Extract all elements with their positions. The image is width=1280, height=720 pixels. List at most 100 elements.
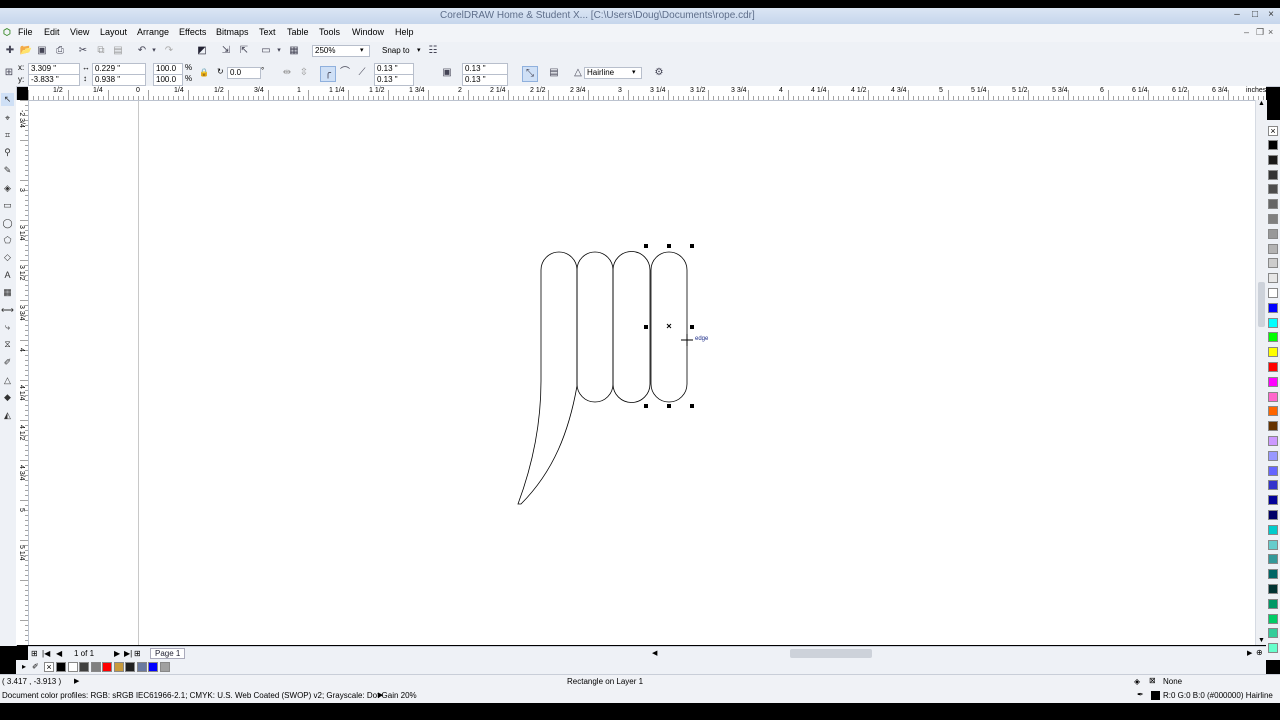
color-swatch[interactable] (1268, 288, 1278, 298)
options-icon[interactable]: ☷ (426, 44, 440, 58)
first-page-icon[interactable]: |◀ (42, 649, 50, 658)
color-swatch[interactable] (1268, 436, 1278, 446)
outline-dropdown-icon[interactable]: ▾ (632, 68, 636, 76)
color-swatch[interactable] (1268, 362, 1278, 372)
copy-icon[interactable]: ⧉ (94, 44, 108, 58)
scalloped-corner-icon[interactable]: ⌒ (338, 66, 352, 80)
color-swatch[interactable] (1268, 569, 1278, 580)
document-color-swatch[interactable] (56, 662, 66, 672)
document-color-swatch[interactable] (148, 662, 158, 672)
page-tab[interactable]: Page 1 (150, 648, 186, 659)
color-swatch[interactable] (1268, 450, 1278, 461)
menu-text[interactable]: Text (259, 27, 276, 37)
scroll-left-icon[interactable]: ◀ (652, 649, 657, 657)
color-swatch[interactable] (1268, 347, 1278, 358)
add-page-after-icon[interactable]: ⊞ (134, 649, 141, 658)
corner-radius-bottom-right-field[interactable]: 0.13 " (462, 74, 508, 86)
redo-icon[interactable]: ↷ (162, 44, 176, 58)
pick-tool-icon[interactable]: ↖ (1, 93, 14, 106)
menu-view[interactable]: View (70, 27, 89, 37)
launcher-dropdown-icon[interactable]: ▾ (272, 44, 286, 58)
color-swatch[interactable] (1268, 628, 1278, 639)
polygon-tool-icon[interactable]: ⬠ (1, 234, 14, 247)
smart-fill-tool-icon[interactable]: ◈ (1, 182, 14, 195)
color-profiles[interactable]: Document color profiles: RGB: sRGB IEC61… (2, 691, 417, 700)
menu-window[interactable]: Window (352, 27, 384, 37)
menu-arrange[interactable]: Arrange (137, 27, 169, 37)
color-swatch[interactable] (1268, 421, 1278, 432)
scroll-up-icon[interactable]: ▲ (1258, 100, 1265, 107)
color-swatch[interactable] (1268, 228, 1278, 239)
shape-tool-icon[interactable]: ⌖ (1, 112, 14, 125)
crop-tool-icon[interactable]: ⌗ (1, 129, 14, 142)
rotation-field[interactable]: 0.0 (227, 67, 261, 79)
menu-layout[interactable]: Layout (100, 27, 127, 37)
scroll-down-icon[interactable]: ▼ (1258, 637, 1265, 644)
cursor-options-icon[interactable]: ▶ (74, 677, 79, 685)
color-swatch[interactable] (1268, 258, 1278, 269)
color-swatch[interactable] (1268, 391, 1278, 402)
menu-tools[interactable]: Tools (319, 27, 340, 37)
color-swatch[interactable] (1268, 376, 1278, 387)
color-swatch[interactable] (1268, 140, 1278, 150)
blend-tool-icon[interactable]: ⧖ (1, 338, 14, 351)
document-color-swatch[interactable] (125, 662, 135, 672)
rectangle-tool-icon[interactable]: ▭ (1, 199, 14, 212)
color-swatch[interactable] (1268, 584, 1278, 594)
app-icon[interactable]: ⬡ (3, 27, 11, 38)
next-page-icon[interactable]: ▶ (114, 649, 120, 658)
add-page-icon[interactable]: ⊞ (31, 649, 38, 658)
document-color-swatch[interactable] (102, 662, 112, 672)
color-swatch[interactable] (1268, 480, 1278, 491)
color-swatch[interactable] (1268, 613, 1278, 624)
drawing-canvas[interactable]: edge (29, 101, 1255, 645)
doc-close-icon[interactable]: × (1268, 27, 1273, 37)
color-swatch[interactable] (1268, 539, 1278, 550)
color-swatch[interactable] (1268, 510, 1278, 520)
lock-ratio-icon[interactable]: 🔒 (197, 66, 211, 80)
menu-help[interactable]: Help (395, 27, 414, 37)
menu-effects[interactable]: Effects (179, 27, 206, 37)
round-corner-icon[interactable]: ╭ (320, 66, 336, 82)
navigator-icon[interactable]: ⊕ (1256, 648, 1263, 657)
corner-radius-bottom-left-field[interactable]: 0.13 " (374, 74, 414, 86)
search-content-icon[interactable]: ◩ (195, 44, 209, 58)
color-profiles-arrow-icon[interactable]: ▶ (378, 691, 383, 699)
color-swatch[interactable] (1268, 214, 1278, 224)
color-swatch[interactable] (1268, 598, 1278, 609)
save-icon[interactable]: ▣ (35, 44, 49, 58)
color-swatch[interactable] (1268, 184, 1278, 195)
text-tool-icon[interactable]: A (1, 269, 14, 282)
document-palette-menu-icon[interactable]: ▸ (22, 662, 26, 671)
snap-to-button[interactable]: Snap to (382, 46, 410, 55)
basic-shapes-tool-icon[interactable]: ◇ (1, 251, 14, 264)
no-color-swatch[interactable]: × (1268, 126, 1278, 136)
color-swatch[interactable] (1268, 302, 1278, 313)
color-swatch[interactable] (1268, 643, 1278, 654)
scale-y-field[interactable]: 100.0 (153, 74, 183, 86)
eyedropper-tool-icon[interactable]: ✐ (1, 356, 14, 369)
freehand-tool-icon[interactable]: ✎ (1, 164, 14, 177)
welcome-screen-icon[interactable]: ▦ (287, 44, 301, 58)
minimize-button[interactable]: – (1228, 8, 1246, 22)
lock-corners-icon[interactable]: ▣ (440, 66, 454, 80)
import-icon[interactable]: ⇲ (219, 44, 233, 58)
undo-dropdown-icon[interactable]: ▾ (147, 44, 161, 58)
export-icon[interactable]: ⇱ (237, 44, 251, 58)
vertical-ruler[interactable]: -2 3/4 3 3 1/4 3 1/2 3 3/4 4 4 1/4 4 1/2… (16, 100, 29, 645)
previous-page-icon[interactable]: ◀ (56, 649, 62, 658)
color-swatch[interactable] (1268, 524, 1278, 535)
snap-to-dropdown-icon[interactable]: ▾ (417, 46, 421, 54)
document-color-swatch[interactable] (136, 662, 147, 672)
horizontal-scroll-thumb[interactable] (790, 649, 872, 658)
connector-tool-icon[interactable]: ⤷ (1, 321, 14, 334)
color-swatch[interactable] (1268, 154, 1278, 165)
zoom-dropdown-icon[interactable]: ▾ (360, 46, 364, 54)
open-icon[interactable]: 📂 (19, 44, 33, 58)
no-fill-swatch[interactable]: × (44, 662, 54, 672)
eyedropper-icon[interactable]: ✐ (32, 662, 39, 671)
fill-tool-icon[interactable]: ◆ (1, 391, 14, 404)
document-color-swatch[interactable] (67, 662, 78, 672)
print-icon[interactable]: ⎙ (53, 44, 67, 58)
application-launcher-icon[interactable]: ▭ (259, 44, 273, 58)
